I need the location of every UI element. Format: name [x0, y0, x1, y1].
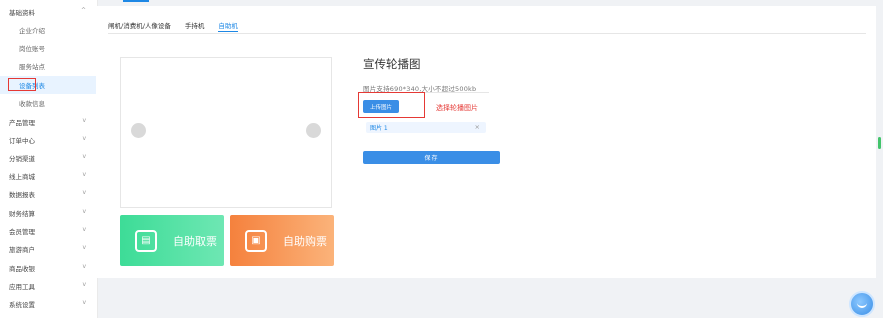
upload-image-button[interactable]: 上传图片: [363, 100, 399, 113]
highlight-box-device-list: [8, 78, 36, 91]
sidebar-item-orders[interactable]: 订单中心 v: [0, 131, 98, 149]
sidebar-item-basic-info[interactable]: 基础资料 ^: [0, 3, 98, 21]
chevron-down-icon: v: [82, 281, 86, 288]
scrollbar-handle[interactable]: [878, 137, 881, 149]
sidebar-item-service-sites[interactable]: 服务站点: [0, 57, 98, 75]
chevron-down-icon: v: [82, 226, 86, 233]
save-button[interactable]: 保存: [363, 151, 500, 164]
chevron-down-icon: v: [82, 244, 86, 251]
sidebar-item-payment-info[interactable]: 收款信息: [0, 94, 98, 112]
ticket-purchase-icon: ▣: [245, 229, 267, 252]
smile-icon: [857, 302, 867, 308]
tabs-divider: [108, 33, 866, 34]
sidebar-item-label: 会员管理: [9, 228, 35, 236]
sidebar-item-label: 岗位账号: [19, 45, 45, 53]
card-take-label: 自助取票: [173, 234, 217, 248]
chevron-down-icon: v: [82, 135, 86, 142]
sidebar-item-label: 服务站点: [19, 63, 45, 71]
self-ticket-purchase-card: ▣ 自助购票: [230, 215, 334, 266]
help-assistant-button[interactable]: [849, 291, 875, 317]
card-buy-label: 自助购票: [283, 234, 327, 248]
sidebar-item-cashier[interactable]: 商品收银 v: [0, 259, 98, 277]
file-name: 图片 1: [370, 125, 388, 132]
sidebar-item-finance[interactable]: 财务结算 v: [0, 204, 98, 222]
sidebar-item-label: 应用工具: [9, 283, 35, 291]
chevron-down-icon: v: [82, 171, 86, 178]
carousel-preview: [120, 57, 332, 208]
sidebar-item-label: 旅游商户: [9, 246, 35, 254]
main-panel: 闸机/消费机/人像设备 手持机 自助机 ▤ 自助取票 ▣ 自助购票 宣传轮播图 …: [96, 6, 876, 278]
sidebar-item-label: 数据报表: [9, 191, 35, 199]
sidebar-item-accounts[interactable]: 岗位账号: [0, 39, 98, 57]
sidebar-item-label: 收款信息: [19, 100, 45, 108]
sidebar-item-distribution[interactable]: 分销渠道 v: [0, 149, 98, 167]
sidebar-item-reports[interactable]: 数据报表 v: [0, 185, 98, 203]
uploaded-file-item[interactable]: 图片 1 ×: [366, 122, 486, 133]
sidebar-item-label: 订单中心: [9, 137, 35, 145]
header-active-indicator: [123, 0, 149, 2]
sidebar-item-members[interactable]: 会员管理 v: [0, 222, 98, 240]
sidebar-item-label: 商品收银: [9, 265, 35, 273]
sidebar-item-label: 分销渠道: [9, 155, 35, 163]
upload-annotation: 选择轮播图片: [436, 104, 478, 112]
carousel-next-dot[interactable]: [306, 123, 321, 138]
chevron-up-icon: ^: [80, 7, 86, 14]
sidebar-item-label: 系统设置: [9, 301, 35, 309]
sidebar-item-label: 基础资料: [9, 9, 35, 17]
chevron-down-icon: v: [82, 208, 86, 215]
sidebar-item-merchants[interactable]: 旅游商户 v: [0, 240, 98, 258]
sidebar-item-online-mall[interactable]: 线上商城 v: [0, 167, 98, 185]
tab-gate-devices[interactable]: 闸机/消费机/人像设备: [108, 18, 171, 32]
self-ticket-pickup-card: ▤ 自助取票: [120, 215, 224, 266]
sidebar-item-label: 企业介绍: [19, 27, 45, 35]
ticket-machine-icon: ▤: [135, 229, 157, 252]
tab-self-service[interactable]: 自助机: [218, 18, 238, 32]
chevron-down-icon: v: [82, 117, 86, 124]
sidebar-item-label: 财务结算: [9, 210, 35, 218]
tab-handheld[interactable]: 手持机: [185, 18, 205, 32]
sidebar-item-settings[interactable]: 系统设置 v: [0, 295, 98, 313]
device-tabs: 闸机/消费机/人像设备 手持机 自助机: [108, 18, 238, 32]
chevron-down-icon: v: [82, 153, 86, 160]
sidebar-item-products[interactable]: 产品管理 v: [0, 113, 98, 131]
sidebar-item-label: 产品管理: [9, 119, 35, 127]
sidebar-item-label: 线上商城: [9, 173, 35, 181]
sidebar: 基础资料 ^ 企业介绍 岗位账号 服务站点 设备列表 收款信息 产品管理 v 订单中…: [0, 0, 98, 318]
chevron-down-icon: v: [82, 189, 86, 196]
carousel-prev-dot[interactable]: [131, 123, 146, 138]
sidebar-item-company-intro[interactable]: 企业介绍: [0, 21, 98, 39]
remove-file-icon[interactable]: ×: [475, 123, 480, 131]
chevron-down-icon: v: [82, 299, 86, 306]
sidebar-item-tools[interactable]: 应用工具 v: [0, 277, 98, 295]
page-title: 宣传轮播图: [363, 57, 421, 71]
chevron-down-icon: v: [82, 263, 86, 270]
